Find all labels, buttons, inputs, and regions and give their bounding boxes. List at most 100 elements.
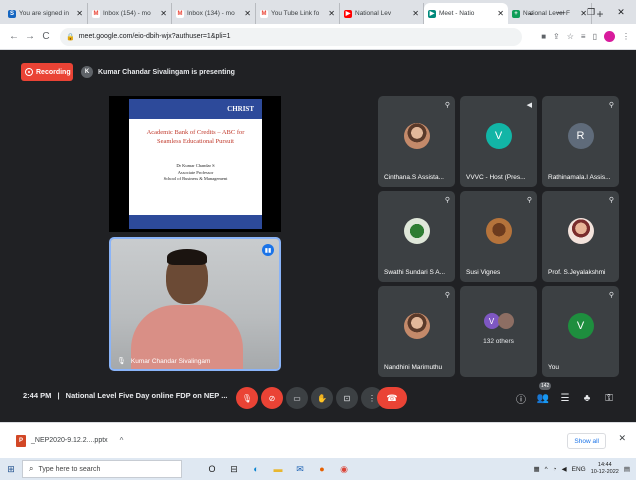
task-view-icon[interactable]: ⊟ — [228, 463, 240, 475]
browser-tab[interactable]: ▶ National Lev ✕ — [340, 3, 424, 24]
present-icon: ⊡ — [343, 393, 351, 403]
activities-button[interactable]: ♣ — [578, 389, 596, 407]
profile-avatar[interactable] — [604, 31, 615, 42]
record-icon — [25, 68, 33, 76]
camera-permission-icon[interactable]: ■ — [541, 32, 546, 41]
screen: S You are signed in ✕ M Inbox (154) - mo ✕ M… — [0, 0, 636, 480]
tab-title: National Lev — [355, 10, 392, 17]
chevron-up-icon[interactable]: ^ — [120, 436, 124, 445]
present-button[interactable]: ⊡ — [336, 387, 358, 409]
tab-title: Inbox (134) - mo — [187, 10, 235, 17]
mail-icon[interactable]: ✉ — [294, 463, 306, 475]
meeting-details-button[interactable]: ⓘ — [512, 389, 530, 407]
participant-tile[interactable]: ⚲ Prof. S.Jeyalakshmi — [542, 191, 619, 282]
volume-icon[interactable]: ◀ — [562, 465, 567, 473]
participant-tile[interactable]: ◀ V VVVC - Host (Pres... — [460, 96, 537, 187]
self-tile[interactable]: ⚲ V You — [542, 286, 619, 377]
youtube-icon: ▶ — [344, 9, 352, 18]
system-tray: ▦ ^ ◔ ◀ ENG 14:44 10-12-2022 ▤ — [533, 458, 630, 480]
tab-title: You Tube Link fo — [271, 10, 320, 17]
mic-off-button[interactable]: 🎙 — [236, 387, 258, 409]
taskbar-search[interactable]: ⌕ Type here to search — [22, 460, 182, 478]
camera-off-button[interactable]: ⊘ — [261, 387, 283, 409]
camera-off-icon: ⊘ — [268, 393, 276, 403]
captions-button[interactable]: ▭ — [286, 387, 308, 409]
browser-tab[interactable]: S You are signed in ✕ — [4, 3, 88, 24]
restore-icon[interactable]: ❐ — [576, 0, 606, 24]
people-count-badge: 142 — [539, 382, 552, 390]
mic-off-icon: 🎙 — [241, 393, 253, 403]
menu-dots-icon[interactable]: ⋮ — [622, 32, 630, 41]
browser-tab-active[interactable]: ▶ Meet - Natio ✕ — [424, 3, 508, 24]
cortana-icon[interactable]: O — [206, 463, 218, 475]
divider: | — [57, 391, 60, 400]
lock-icon[interactable]: 🔒 — [66, 33, 75, 41]
minimize-icon[interactable]: — — [546, 0, 576, 24]
side-panel-icon[interactable]: ▯ — [593, 32, 597, 41]
browser-tab[interactable]: M Inbox (154) - mo ✕ — [88, 3, 172, 24]
leave-call-button[interactable]: ☎ — [377, 387, 407, 409]
raise-hand-button[interactable]: ✋ — [311, 387, 333, 409]
tab-search-icon[interactable]: ⌄ — [516, 0, 546, 24]
tab-title: Meet - Natio — [439, 10, 475, 17]
close-tab-icon[interactable]: ✕ — [160, 9, 167, 18]
chrome-icon[interactable]: ◉ — [338, 463, 350, 475]
close-window-icon[interactable]: ✕ — [606, 0, 636, 24]
participant-tile[interactable]: ⚲ Swathi Sundari S A... — [378, 191, 455, 282]
language-indicator[interactable]: ENG — [572, 466, 586, 473]
speaker-tile[interactable]: ▮▮ 🎙 Kumar Chandar Sivalingam — [109, 237, 281, 371]
close-tab-icon[interactable]: ✕ — [328, 9, 335, 18]
meet-stage: Recording K Kumar Chandar Sivalingam is … — [0, 50, 636, 422]
others-count: 132 others — [483, 338, 514, 345]
close-tab-icon[interactable]: ✕ — [412, 9, 419, 18]
tray-chevron-icon[interactable]: ^ — [545, 466, 548, 473]
download-item[interactable]: P _NEP2020-9.12.2....pptx ^ — [16, 434, 124, 447]
show-all-button[interactable]: Show all — [567, 433, 606, 449]
firefox-icon[interactable]: ● — [316, 463, 328, 475]
mic-off-icon: ⚲ — [444, 292, 450, 299]
close-tab-icon[interactable]: ✕ — [76, 9, 83, 18]
participant-name: Prof. S.Jeyalakshmi — [548, 269, 606, 276]
reading-list-icon[interactable]: ≡ — [581, 32, 586, 41]
presentation-slide: CHRIST Academic Bank of Credits – ABC fo… — [129, 99, 262, 229]
participant-avatar — [403, 123, 430, 149]
forward-icon[interactable]: → — [22, 31, 38, 42]
slide-header: CHRIST — [129, 99, 262, 119]
mic-off-icon: ⚲ — [444, 102, 450, 109]
others-tile[interactable]: V 132 others — [460, 286, 537, 377]
browser-tab[interactable]: M Inbox (134) - mo ✕ — [172, 3, 256, 24]
back-icon[interactable]: ← — [6, 31, 22, 42]
participant-avatar — [497, 313, 514, 329]
close-tab-icon[interactable]: ✕ — [497, 9, 504, 18]
participant-tile[interactable]: ⚲ R Rathinamala.I Assis... — [542, 96, 619, 187]
url-input[interactable]: 🔒 meet.google.com/eio-dbih-wjx?authuser=… — [60, 27, 522, 46]
reload-icon[interactable]: C — [38, 31, 54, 42]
mic-off-icon: ⚲ — [526, 197, 532, 204]
keyboard-icon[interactable]: ▦ — [533, 465, 539, 473]
close-tab-icon[interactable]: ✕ — [244, 9, 251, 18]
more-dots-icon: ⋮ — [368, 393, 376, 403]
gmail-icon: M — [92, 9, 100, 18]
participant-tile[interactable]: ⚲ Susi Vignes — [460, 191, 537, 282]
participant-tile[interactable]: ⚲ Cinthana.S Assista... — [378, 96, 455, 187]
tab-title: Inbox (154) - mo — [103, 10, 151, 17]
share-icon[interactable]: ⇪ — [553, 32, 560, 41]
notification-icon[interactable]: ▤ — [624, 465, 630, 473]
participant-tile[interactable]: ⚲ Nandhini Marimuthu — [378, 286, 455, 377]
presentation-tile[interactable]: CHRIST Academic Bank of Credits – ABC fo… — [109, 96, 281, 232]
network-icon[interactable]: ◔ — [553, 466, 557, 473]
search-placeholder: Type here to search — [38, 465, 101, 473]
close-downloads-icon[interactable]: ✕ — [618, 433, 626, 444]
chat-button[interactable]: ☰ — [556, 389, 574, 407]
windows-start-icon[interactable]: ⊞ — [0, 464, 22, 475]
bookmark-star-icon[interactable]: ☆ — [567, 32, 574, 41]
host-controls-button[interactable]: ⚿ — [600, 389, 618, 407]
recording-indicator[interactable]: Recording — [21, 63, 73, 81]
file-explorer-icon[interactable]: ▬ — [272, 463, 284, 475]
taskbar-clock[interactable]: 14:44 10-12-2022 — [591, 462, 619, 476]
edge-icon[interactable]: ◐ — [250, 463, 262, 475]
people-button[interactable]: 142 👥 — [534, 382, 552, 407]
browser-tab[interactable]: M You Tube Link fo ✕ — [256, 3, 340, 24]
participant-avatar — [403, 218, 430, 244]
participant-avatar: R — [567, 123, 594, 149]
